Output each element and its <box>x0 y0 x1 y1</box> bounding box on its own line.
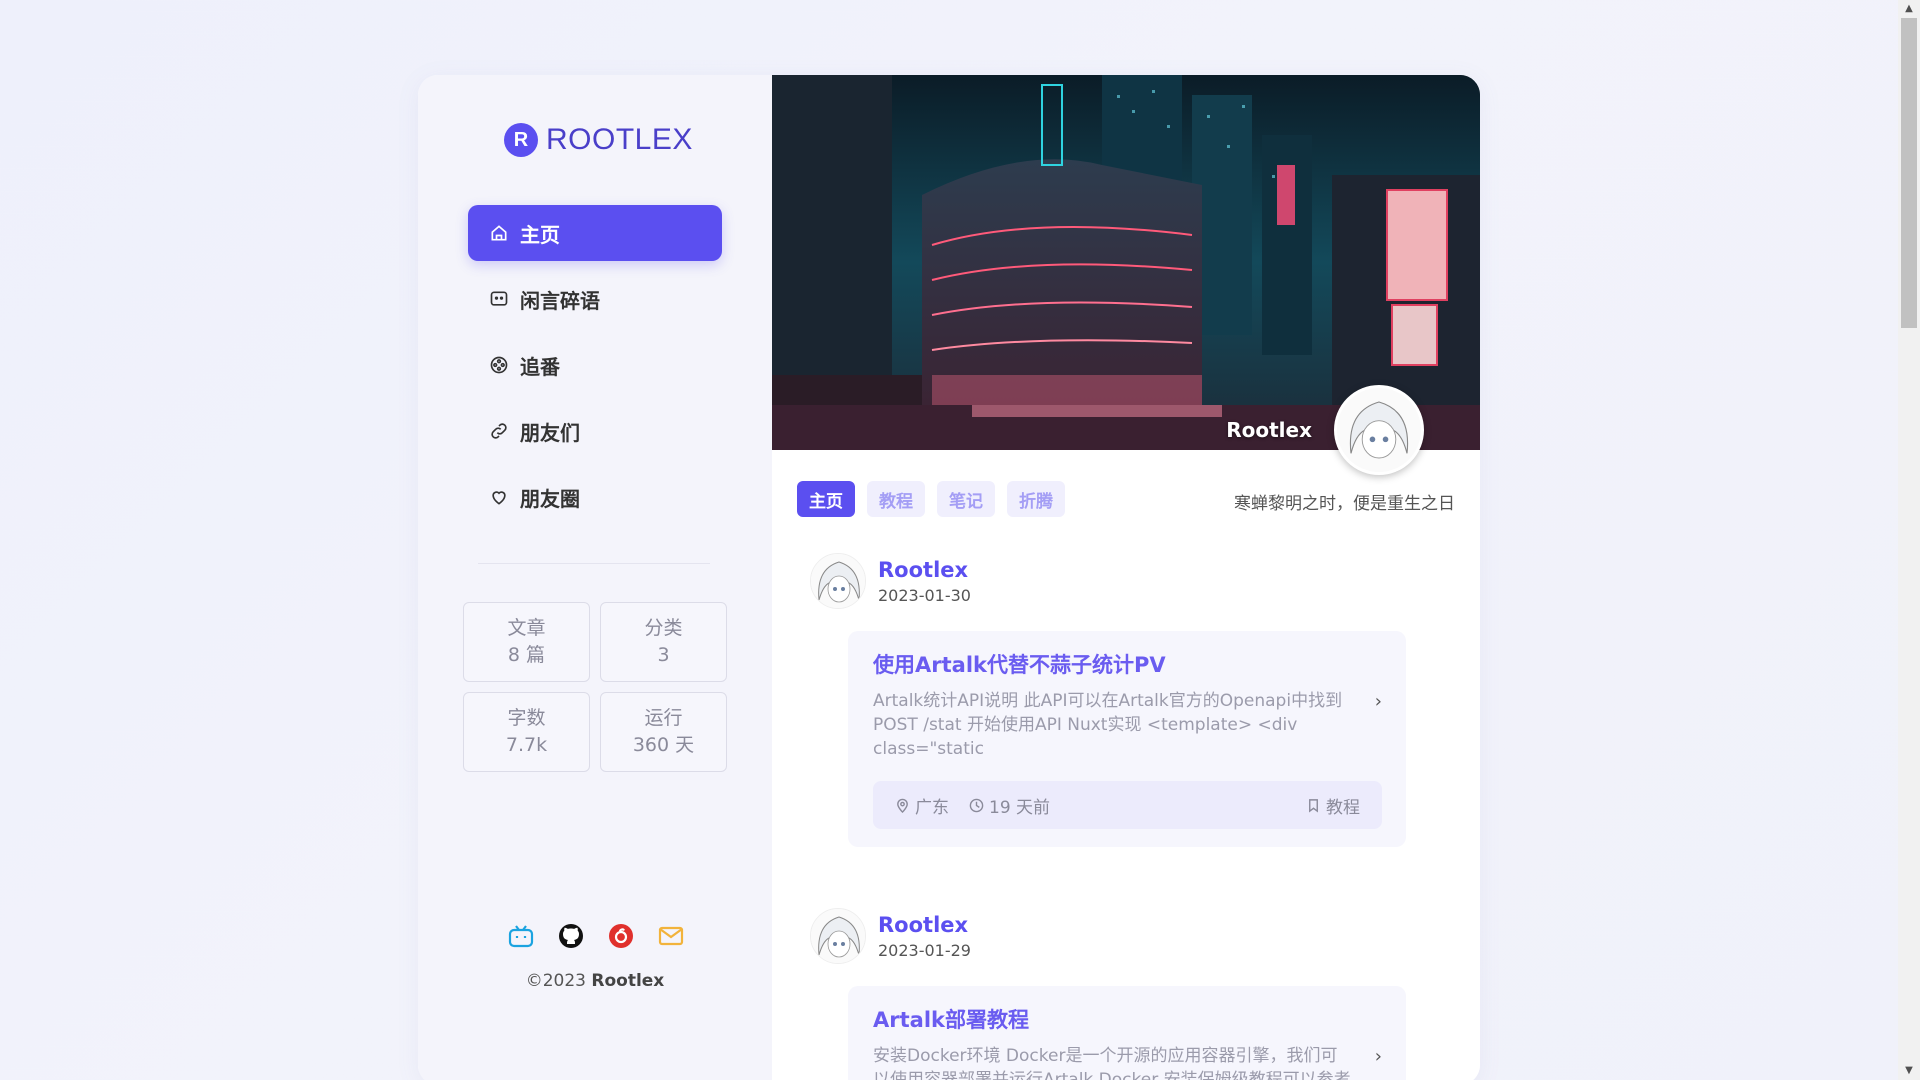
stat-label: 运行 <box>644 707 683 730</box>
post-category-text: 教程 <box>1326 797 1360 818</box>
github-icon[interactable] <box>556 921 586 951</box>
post-author[interactable]: Rootlex <box>878 558 971 582</box>
logo-text: ROOTLEX <box>546 123 693 156</box>
post-meta: 广东 19 天前 教程 <box>873 781 1382 829</box>
nav-item-chatter[interactable]: 闲言碎语 <box>468 271 722 327</box>
scroll-down-arrow-icon[interactable]: ▼ <box>1898 1062 1920 1080</box>
post-location-text: 广东 <box>915 797 949 818</box>
post-excerpt: Artalk统计API说明 此API可以在Artalk官方的Openapi中找到… <box>873 691 1343 759</box>
clock-icon <box>969 798 984 812</box>
home-icon <box>488 222 510 244</box>
stat-categories: 分类 3 <box>600 602 727 682</box>
stat-articles: 文章 8 篇 <box>463 602 590 682</box>
stat-value: 7.7k <box>505 734 548 756</box>
page-scrollbar[interactable]: ▲ ▼ <box>1898 0 1920 1080</box>
nav-item-label: 主页 <box>520 222 560 247</box>
chevron-right-icon[interactable]: › <box>1375 1046 1382 1067</box>
location-pin-icon <box>897 798 908 813</box>
site-motto: 寒蝉黎明之时，便是重生之日 <box>1234 494 1455 514</box>
tab-notes[interactable]: 笔记 <box>937 481 995 517</box>
stat-value: 8 篇 <box>507 644 546 666</box>
avatar[interactable] <box>810 908 866 964</box>
nav-item-friends[interactable]: 朋友们 <box>468 403 722 459</box>
film-reel-icon <box>488 354 510 376</box>
social-links <box>506 921 686 951</box>
copyright-name[interactable]: Rootlex <box>591 971 664 991</box>
nav-item-label: 追番 <box>520 354 560 379</box>
post-item: Rootlex 2023-01-29 Artalk部署教程 安装Docker环境… <box>810 908 1410 1080</box>
sidebar: R ROOTLEX 主页 闲言碎语 追番 朋友们 朋友圈 文章 8 篇 分类 3… <box>418 75 772 1080</box>
post-author[interactable]: Rootlex <box>878 913 971 937</box>
post-title[interactable]: Artalk部署教程 <box>873 1004 1382 1034</box>
avatar[interactable] <box>1334 385 1424 475</box>
nav-item-label: 朋友们 <box>520 420 580 445</box>
chevron-right-icon[interactable]: › <box>1375 691 1382 712</box>
nav-item-label: 朋友圈 <box>520 486 580 511</box>
post-header: Rootlex 2023-01-29 <box>810 908 1410 964</box>
tab-home[interactable]: 主页 <box>797 481 855 517</box>
post-location: 广东 <box>895 793 949 818</box>
copyright: ©2023 Rootlex <box>418 971 772 991</box>
stat-value: 3 <box>657 644 670 666</box>
site-stats: 文章 8 篇 分类 3 字数 7.7k 运行 360 天 <box>463 602 729 772</box>
post-excerpt: 安装Docker环境 Docker是一个开源的应用容器引擎，我们可以使用容器部署… <box>873 1046 1351 1080</box>
bookmark-icon <box>1309 798 1318 813</box>
post-item: Rootlex 2023-01-30 使用Artalk代替不蒜子统计PV Art… <box>810 553 1410 847</box>
nav-item-anime[interactable]: 追番 <box>468 337 722 393</box>
link-icon <box>488 420 510 442</box>
bilibili-icon[interactable] <box>506 921 536 951</box>
copyright-year: ©2023 <box>525 971 586 991</box>
post-category[interactable]: 教程 <box>1306 793 1360 818</box>
nav-item-home[interactable]: 主页 <box>468 205 722 261</box>
post-time: 19 天前 <box>969 793 1050 818</box>
post-title[interactable]: 使用Artalk代替不蒜子统计PV <box>873 649 1382 679</box>
chat-icon <box>488 288 510 310</box>
avatar[interactable] <box>810 553 866 609</box>
post-time-text: 19 天前 <box>989 797 1051 818</box>
blog-card: R ROOTLEX 主页 闲言碎语 追番 朋友们 朋友圈 文章 8 篇 分类 3… <box>418 75 1480 1080</box>
nav-item-moments[interactable]: 朋友圈 <box>468 469 722 525</box>
tab-tutorial[interactable]: 教程 <box>867 481 925 517</box>
sidebar-divider <box>478 563 710 564</box>
category-tabs: 主页 教程 笔记 折腾 <box>797 481 1065 517</box>
post-date: 2023-01-29 <box>878 940 971 960</box>
nav-item-label: 闲言碎语 <box>520 288 600 313</box>
stat-uptime: 运行 360 天 <box>600 692 727 772</box>
post-card[interactable]: Artalk部署教程 安装Docker环境 Docker是一个开源的应用容器引擎… <box>848 986 1406 1080</box>
stat-label: 字数 <box>507 707 546 730</box>
stat-value: 360 天 <box>632 734 695 756</box>
main-content: Rootlex 主页 教程 笔记 折腾 寒蝉黎明之时，便是重生之日 Rootle… <box>772 75 1480 1080</box>
heart-icon <box>488 486 510 508</box>
post-card[interactable]: 使用Artalk代替不蒜子统计PV Artalk统计API说明 此API可以在A… <box>848 631 1406 847</box>
post-header: Rootlex 2023-01-30 <box>810 553 1410 609</box>
sidebar-nav: 主页 闲言碎语 追番 朋友们 朋友圈 <box>468 205 722 535</box>
netease-music-icon[interactable] <box>606 921 636 951</box>
tab-tinkering[interactable]: 折腾 <box>1007 481 1065 517</box>
stat-label: 文章 <box>507 617 546 640</box>
stat-label: 分类 <box>644 617 683 640</box>
mail-icon[interactable] <box>656 921 686 951</box>
scrollbar-thumb[interactable] <box>1901 18 1917 328</box>
banner-author-name: Rootlex <box>1226 418 1312 442</box>
scroll-up-arrow-icon[interactable]: ▲ <box>1898 0 1920 18</box>
post-date: 2023-01-30 <box>878 585 971 605</box>
stat-words: 字数 7.7k <box>463 692 590 772</box>
site-logo[interactable]: R ROOTLEX <box>504 120 693 160</box>
logo-mark-icon: R <box>504 123 538 157</box>
